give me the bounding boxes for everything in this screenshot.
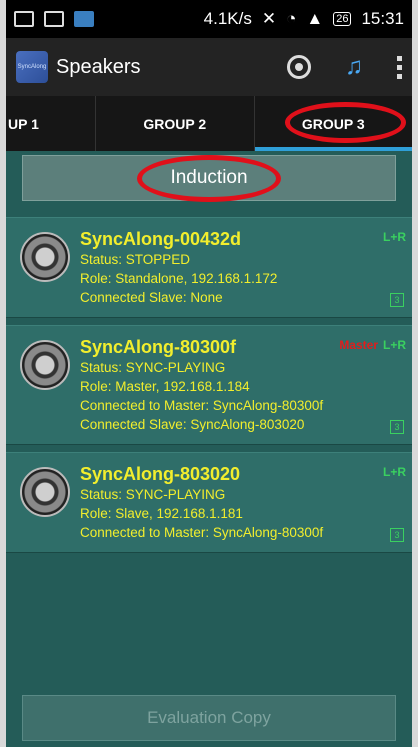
speaker-connection: Connected Slave: None — [80, 290, 223, 305]
speaker-role: Role: Standalone, 192.168.1.172 — [80, 271, 278, 286]
photo-notification-icon — [74, 11, 94, 27]
speaker-icon — [20, 467, 70, 517]
speaker-icon — [20, 232, 70, 282]
no-sim-icon: ✕ — [261, 9, 277, 28]
tab-label: GROUP 2 — [143, 115, 207, 132]
network-speed: 4.1K/s — [203, 9, 252, 28]
tab-label: UP 1 — [8, 115, 39, 132]
channel-label: L+R — [382, 338, 406, 352]
speaker-status: Status: SYNC-PLAYING — [80, 360, 226, 375]
tab-group-2[interactable]: GROUP 2 — [96, 96, 255, 151]
speaker-slave-connection: Connected Slave: SyncAlong-803020 — [80, 417, 305, 432]
tab-label: GROUP 3 — [301, 115, 365, 132]
speaker-item[interactable]: SyncAlong-803020 Status: SYNC-PLAYING Ro… — [6, 452, 412, 553]
status-bar: 4.1K/s ✕ ◔ ▲ 26 15:31 — [6, 0, 412, 38]
induction-label: Induction — [170, 167, 248, 188]
overflow-menu-icon[interactable] — [397, 55, 402, 79]
app-logo-text: SyncAlong — [17, 64, 47, 70]
speaker-master-connection: Connected to Master: SyncAlong-80300f — [80, 398, 324, 413]
phone-screen: 4.1K/s ✕ ◔ ▲ 26 15:31 SyncAlong Speakers… — [6, 0, 412, 747]
app-logo[interactable]: SyncAlong — [16, 51, 48, 83]
clock: 15:31 — [361, 9, 404, 28]
battery-icon: 26 — [333, 12, 352, 26]
speaker-role: Role: Master, 192.168.1.184 — [80, 379, 250, 394]
app-title: Speakers — [56, 55, 141, 78]
music-note-icon[interactable]: ♫ — [345, 53, 363, 81]
volume-badge[interactable]: 3 — [390, 420, 404, 434]
evaluation-copy-button[interactable]: Evaluation Copy — [22, 695, 396, 741]
speaker-item[interactable]: SyncAlong-00432d Status: STOPPED Role: S… — [6, 217, 412, 318]
speaker-icon[interactable] — [287, 55, 311, 79]
master-label: Master — [339, 338, 378, 352]
signal-icon: ▲ — [306, 9, 324, 28]
ftp-notification-icon — [44, 11, 64, 27]
tab-group-3[interactable]: GROUP 3 — [254, 96, 413, 151]
wifi-icon: ◔ — [286, 9, 297, 28]
group-tabs: UP 1 GROUP 2 GROUP 3 — [6, 96, 412, 151]
volume-badge[interactable]: 3 — [390, 293, 404, 307]
induction-button[interactable]: Induction — [22, 155, 396, 202]
speaker-master-connection: Connected to Master: SyncAlong-80300f — [80, 525, 324, 540]
tab-group-1[interactable]: UP 1 — [6, 96, 96, 151]
speaker-name: SyncAlong-803020 — [80, 464, 241, 484]
speaker-status: Status: STOPPED — [80, 252, 191, 267]
speaker-icon — [20, 340, 70, 390]
speaker-content: Induction SyncAlong-00432d Status: STOPP… — [6, 151, 412, 747]
speaker-role: Role: Slave, 192.168.1.181 — [80, 506, 243, 521]
action-bar: SyncAlong Speakers ♫ — [6, 38, 412, 96]
channel-label: L+R — [382, 230, 406, 244]
channel-label: L+R — [382, 465, 406, 479]
volume-badge[interactable]: 3 — [390, 528, 404, 542]
evaluation-label: Evaluation Copy — [147, 708, 271, 727]
screenshot-frame: 4.1K/s ✕ ◔ ▲ 26 15:31 SyncAlong Speakers… — [0, 0, 418, 747]
speaker-name: SyncAlong-00432d — [80, 229, 242, 249]
gallery-notification-icon — [14, 11, 34, 27]
speaker-status: Status: SYNC-PLAYING — [80, 487, 226, 502]
speaker-item[interactable]: SyncAlong-80300f Status: SYNC-PLAYING Ro… — [6, 325, 412, 445]
speaker-list: SyncAlong-00432d Status: STOPPED Role: S… — [6, 217, 412, 553]
